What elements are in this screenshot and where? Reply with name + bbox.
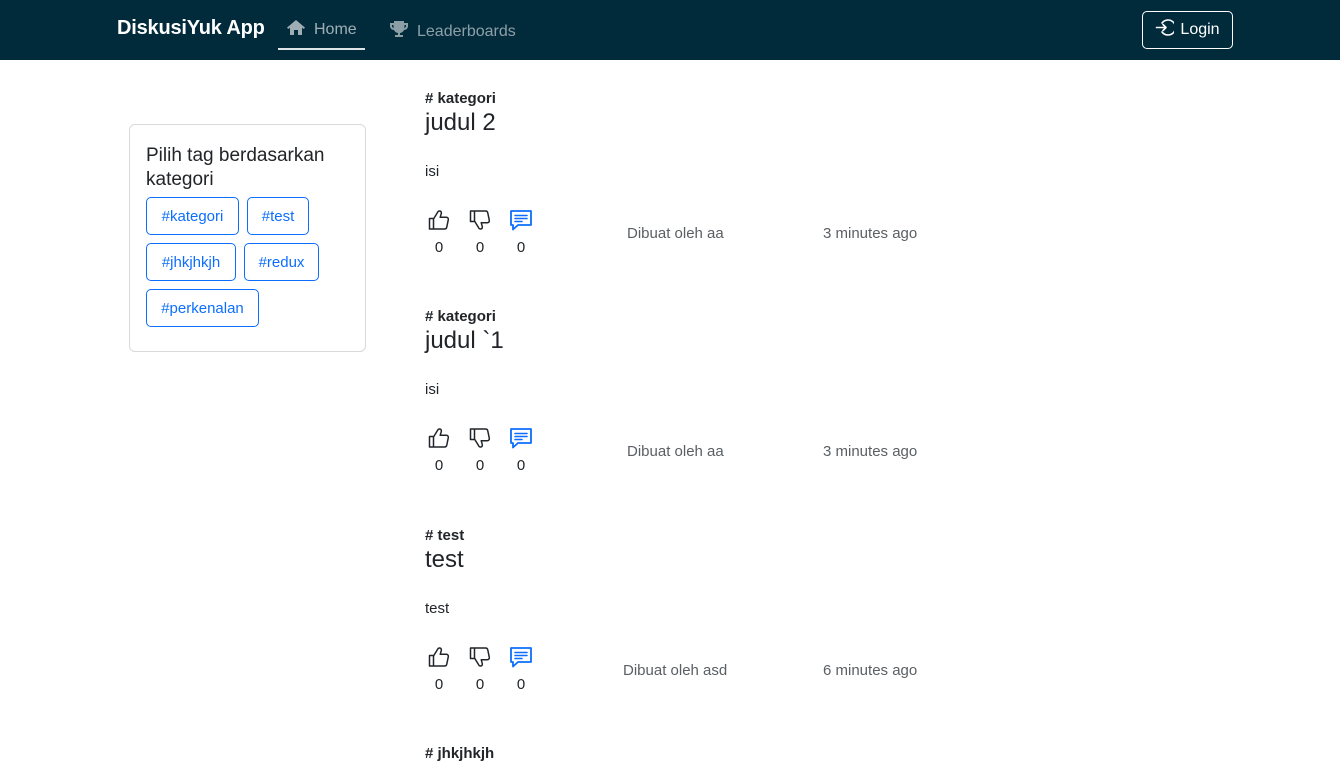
like-count: 0: [434, 457, 444, 474]
like-button[interactable]: 0: [426, 209, 452, 256]
dislike-button[interactable]: 0: [467, 427, 493, 474]
active-nav-indicator: [278, 48, 365, 50]
thread-body: isi: [425, 163, 440, 180]
login-label: Login: [1180, 21, 1220, 38]
nav-leaderboards-link[interactable]: Leaderboards: [389, 19, 516, 44]
comment-icon: [509, 427, 533, 454]
thumbs-up-icon: [428, 209, 450, 236]
tag-button-perkenalan[interactable]: #perkenalan: [146, 289, 259, 327]
thread-timestamp: 6 minutes ago: [823, 662, 918, 679]
tag-button-test[interactable]: #test: [247, 197, 309, 235]
thumbs-down-icon: [469, 427, 491, 454]
thread-title[interactable]: judul `1: [425, 327, 504, 355]
comment-count: 0: [516, 457, 526, 474]
tag-button-redux[interactable]: #redux: [244, 243, 319, 281]
like-button[interactable]: 0: [426, 427, 452, 474]
thread-category: # kategori: [425, 90, 496, 107]
app-brand[interactable]: DiskusiYuk App: [117, 17, 265, 40]
tag-card-title: Pilih tag berdasarkan kategori: [146, 145, 325, 190]
comment-icon: [509, 209, 533, 236]
thread-category: # kategori: [425, 308, 496, 325]
thread-timestamp: 3 minutes ago: [823, 443, 918, 460]
like-count: 0: [434, 676, 444, 693]
thread-author: Dibuat oleh asd: [623, 662, 728, 679]
thread-body: isi: [425, 381, 440, 398]
thumbs-up-icon: [428, 427, 450, 454]
tag-button-jhkjhkjh[interactable]: #jhkjhkjh: [146, 243, 236, 281]
thumbs-up-icon: [428, 646, 450, 673]
thumbs-down-icon: [469, 209, 491, 236]
comment-count: 0: [516, 676, 526, 693]
nav-leaderboards-label: Leaderboards: [417, 22, 516, 40]
dislike-count: 0: [475, 239, 485, 256]
comment-button[interactable]: 0: [508, 209, 534, 256]
trophy-icon: [389, 19, 417, 44]
comment-button[interactable]: 0: [508, 427, 534, 474]
dislike-button[interactable]: 0: [467, 646, 493, 693]
tag-button-kategori[interactable]: #kategori: [146, 197, 239, 235]
comment-icon: [509, 646, 533, 673]
thread-item: # jhkjhkjh: [425, 745, 945, 768]
thread-author: Dibuat oleh aa: [627, 225, 724, 242]
home-icon: [286, 19, 314, 41]
thread-item: # kategori judul `1 isi 0 0 0 Dibuat ole…: [425, 308, 945, 488]
comment-button[interactable]: 0: [508, 646, 534, 693]
thread-category: # test: [425, 527, 465, 544]
dislike-count: 0: [475, 676, 485, 693]
thread-timestamp: 3 minutes ago: [823, 225, 918, 242]
thread-author: Dibuat oleh aa: [627, 443, 724, 460]
thumbs-down-icon: [469, 646, 491, 673]
top-navbar: DiskusiYuk App Home Leaderboards Login: [0, 0, 1340, 60]
thread-item: # kategori judul 2 isi 0 0 0 Dibuat oleh…: [425, 90, 945, 270]
nav-home-link[interactable]: Home: [286, 19, 357, 41]
login-icon: [1155, 18, 1180, 42]
dislike-button[interactable]: 0: [467, 209, 493, 256]
thread-category: # jhkjhkjh: [425, 745, 495, 762]
comment-count: 0: [516, 239, 526, 256]
login-button[interactable]: Login: [1142, 11, 1233, 49]
nav-home-label: Home: [314, 21, 357, 38]
thread-item: # test test test 0 0 0 Dibuat oleh asd 6…: [425, 527, 945, 707]
like-button[interactable]: 0: [426, 646, 452, 693]
dislike-count: 0: [475, 457, 485, 474]
thread-body: test: [425, 600, 450, 617]
like-count: 0: [434, 239, 444, 256]
thread-title[interactable]: judul 2: [425, 109, 496, 137]
thread-title[interactable]: test: [425, 546, 464, 574]
